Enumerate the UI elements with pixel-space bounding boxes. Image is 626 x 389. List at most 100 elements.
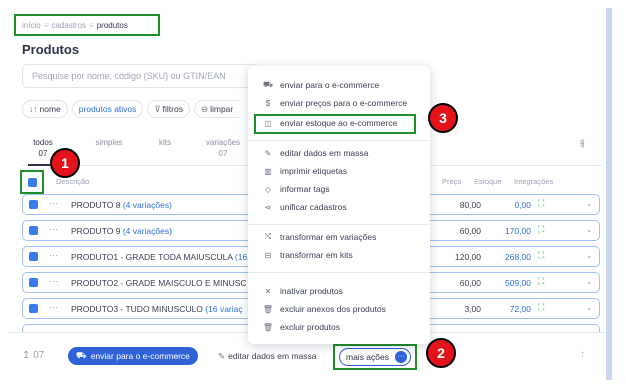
menu-item-send-ecommerce[interactable]: ⛟ enviar para o e-commerce xyxy=(262,80,379,90)
product-name[interactable]: PRODUTO3 - TUDO MINUSCULO (16 variaç xyxy=(71,304,247,314)
select-all-checkbox[interactable] xyxy=(28,178,37,187)
products-page: início ≡ cadastros ≡ produtos Produtos P… xyxy=(8,8,606,380)
barcode-icon: ▥ xyxy=(264,166,272,176)
menu-item-print-labels[interactable]: ▥ imprimir etiquetas xyxy=(262,166,347,176)
more-actions-label: mais ações xyxy=(346,352,389,362)
step-badge-2: 2 xyxy=(426,338,456,368)
menu-item-inactivate[interactable]: ✕ inativar produtos xyxy=(262,286,343,296)
product-stock[interactable]: 268,00 xyxy=(497,252,531,262)
send-ecommerce-button[interactable]: ⛟ enviar para o e-commerce xyxy=(68,347,198,365)
header-description[interactable]: Descrição xyxy=(56,177,89,186)
row-checkbox[interactable] xyxy=(29,226,38,235)
cart-icon: ⛟ xyxy=(262,80,274,89)
trash-icon: 🗑 xyxy=(262,322,274,332)
box-icon: ◫ xyxy=(264,118,272,128)
product-stock[interactable]: 170,00 xyxy=(497,226,531,236)
menu-item-to-kits[interactable]: ⊟ transformar em kits xyxy=(262,250,353,260)
more-actions-menu: ⛟ enviar para o e-commerce $ enviar preços… xyxy=(248,66,430,344)
tab-label: todos xyxy=(33,138,53,147)
menu-item-send-prices[interactable]: $ enviar preços para o e-commerce xyxy=(262,98,407,108)
menu-item-merge[interactable]: ⋖ unificar cadastros xyxy=(262,202,347,212)
sort-chip[interactable]: ↓↑ nome xyxy=(22,100,68,118)
breadcrumb-section[interactable]: cadastros xyxy=(51,21,86,30)
row-checkbox[interactable] xyxy=(29,304,38,313)
product-stock[interactable]: 0,00 xyxy=(497,200,531,210)
column-settings-icon[interactable]: ⫵ xyxy=(580,138,585,149)
chevron-down-icon[interactable]: ⌄ xyxy=(586,225,593,234)
chevron-down-icon[interactable]: ⌄ xyxy=(586,199,593,208)
status-chip[interactable]: produtos ativos xyxy=(71,100,144,118)
tag-icon: ◇ xyxy=(264,184,272,194)
product-name[interactable]: PRODUTO 9 (4 variações) xyxy=(71,226,247,236)
tab-count: 07 xyxy=(218,149,228,158)
row-menu-icon[interactable]: ··· xyxy=(49,198,58,208)
page-title: Produtos xyxy=(22,42,80,57)
scroll-top-icon[interactable]: ↑ xyxy=(580,349,585,360)
sort-label: nome xyxy=(39,104,61,114)
selected-count: ↥ 07 xyxy=(22,350,45,361)
cart-icon: ⛟ xyxy=(76,350,87,360)
row-checkbox[interactable] xyxy=(29,252,38,261)
row-checkbox[interactable] xyxy=(29,200,38,209)
kit-icon: ⊟ xyxy=(264,250,272,260)
integration-icon: ⛶ xyxy=(538,224,545,234)
product-name[interactable]: PRODUTO2 - GRADE MAISCULO E MINUSC xyxy=(71,278,247,288)
shuffle-icon: ⤭ xyxy=(264,232,272,241)
row-menu-icon[interactable]: ··· xyxy=(49,250,58,260)
product-price: 120,00 xyxy=(455,252,481,262)
clear-label: limpar xyxy=(210,104,234,114)
header-stock[interactable]: Estoque xyxy=(474,177,502,186)
row-menu-icon[interactable]: ··· xyxy=(49,276,58,286)
product-name[interactable]: PRODUTO1 - GRADE TODA MAIUSCULA (16 xyxy=(71,252,247,262)
product-stock[interactable]: 509,00 xyxy=(497,278,531,288)
merge-icon: ⋖ xyxy=(264,202,272,212)
edit-icon: ✎ xyxy=(264,148,272,158)
more-actions-highlight: mais ações ··· xyxy=(333,344,417,370)
integration-icon: ⛶ xyxy=(538,276,545,286)
menu-item-send-stock[interactable]: ◫ enviar estoque ao e-commerce xyxy=(262,118,397,128)
edit-icon: ✎ xyxy=(218,351,226,361)
menu-item-edit-bulk[interactable]: ✎ editar dados em massa xyxy=(262,148,369,158)
page-scrollbar[interactable] xyxy=(606,8,612,380)
tab-label: variações xyxy=(205,138,241,147)
breadcrumb-current: produtos xyxy=(96,20,128,30)
integration-icon: ⛶ xyxy=(538,250,545,260)
row-checkbox[interactable] xyxy=(29,278,38,287)
more-icon: ··· xyxy=(395,351,407,363)
breadcrumb-home[interactable]: início xyxy=(22,21,41,30)
select-all-highlight xyxy=(20,170,44,194)
product-price: 60,00 xyxy=(459,278,481,288)
tab-label: simples xyxy=(95,138,123,147)
chevron-down-icon[interactable]: ⌄ xyxy=(586,277,593,286)
send-ecommerce-label: enviar para o e-commerce xyxy=(90,351,190,361)
edit-bulk-button[interactable]: ✎ editar dados em massa xyxy=(218,351,316,362)
tab-simples[interactable]: simples xyxy=(90,138,128,147)
tab-variacoes[interactable]: variações 07 xyxy=(200,138,246,158)
integration-icon: ⛶ xyxy=(538,302,545,312)
filter-icon: ⊽ xyxy=(154,103,161,114)
sort-icon: ↓↑ xyxy=(29,104,38,114)
edit-bulk-label: editar dados em massa xyxy=(228,351,317,361)
dollar-icon: $ xyxy=(265,98,271,108)
menu-item-tags[interactable]: ◇ informar tags xyxy=(262,184,330,194)
menu-item-delete-products[interactable]: 🗑 excluir produtos xyxy=(262,322,340,332)
trash-icon: 🗑 xyxy=(262,304,274,314)
chevron-down-icon[interactable]: ⌄ xyxy=(586,303,593,312)
tab-kits[interactable]: kits xyxy=(150,138,180,147)
more-actions-button[interactable]: mais ações ··· xyxy=(339,348,411,366)
header-price[interactable]: Preço xyxy=(442,177,462,186)
chevron-down-icon[interactable]: ⌄ xyxy=(586,251,593,260)
product-name[interactable]: PRODUTO 8 (4 variações) xyxy=(71,200,247,210)
search-input[interactable]: Pesquise por nome, código (SKU) ou GTIN/… xyxy=(22,64,258,88)
step-badge-3: 3 xyxy=(428,103,458,133)
filter-bar: ↓↑ nome produtos ativos ⊽ filtros ⊖ limp… xyxy=(22,100,240,118)
clear-chip[interactable]: ⊖ limpar xyxy=(193,100,240,118)
menu-item-delete-attachments[interactable]: 🗑 excluir anexos dos produtos xyxy=(262,304,386,314)
header-integrations: Integrações xyxy=(514,177,554,186)
row-menu-icon[interactable]: ··· xyxy=(49,302,58,312)
product-stock[interactable]: 72,00 xyxy=(497,304,531,314)
menu-item-to-variations[interactable]: ⤭ transformar em variações xyxy=(262,232,377,242)
close-icon: ✕ xyxy=(264,286,272,296)
filters-chip[interactable]: ⊽ filtros xyxy=(147,100,190,118)
row-menu-icon[interactable]: ··· xyxy=(49,224,58,234)
